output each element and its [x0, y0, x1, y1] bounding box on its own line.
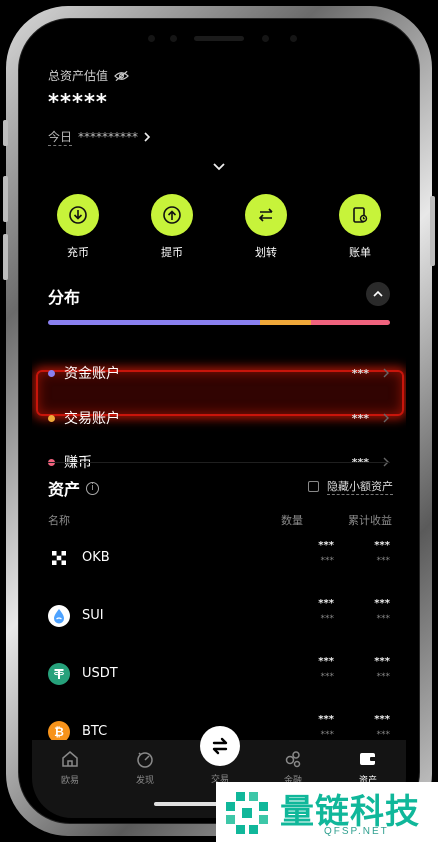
trade-button[interactable] [200, 726, 240, 766]
hide-small-assets-toggle[interactable]: 隐藏小额资产 [308, 478, 393, 495]
chevron-right-icon [144, 132, 151, 142]
asset-amount-value: *** [320, 614, 335, 624]
discover-icon [134, 748, 156, 770]
asset-row-usdt[interactable]: USDT *** *** *** *** [48, 656, 390, 692]
bill-label: 账单 [349, 246, 371, 259]
sui-icon [48, 605, 70, 627]
hide-small-assets-label: 隐藏小额资产 [327, 480, 393, 495]
asset-row-okb[interactable]: OKB *** *** *** *** [48, 540, 390, 576]
distribution-title: 分布 [48, 288, 81, 307]
tab-label: 发现 [135, 776, 154, 786]
deposit-button[interactable]: 充币 [46, 194, 110, 260]
total-assets-header: 总资产估值 [48, 67, 129, 84]
asset-symbol: OKB [82, 550, 110, 565]
finance-icon [282, 748, 304, 770]
distribution-segment [311, 320, 390, 325]
app-screen: 总资产估值 ***** 今日 ********** 充币 提币 划转 账单 分布… [32, 22, 406, 818]
asset-amount: *** [318, 714, 334, 725]
tab-finance[interactable]: 金融 [263, 748, 323, 786]
distribution-bar [48, 320, 390, 325]
tab-assets[interactable]: 资产 [338, 748, 398, 786]
today-label: 今日 [48, 130, 73, 146]
total-assets-value: ***** [48, 90, 108, 114]
column-header-amount: 数量 [281, 514, 303, 527]
asset-profit: *** [374, 714, 390, 725]
account-value: *** [351, 411, 369, 425]
earpiece-speaker [194, 36, 244, 41]
notch [120, 22, 318, 52]
account-name: 交易账户 [64, 411, 120, 427]
legend-dot [48, 414, 55, 422]
asset-amount-value: *** [320, 556, 335, 566]
account-value: *** [351, 366, 369, 380]
account-row-funding[interactable]: 资金账户 *** [48, 358, 390, 388]
total-assets-label: 总资产估值 [48, 69, 109, 83]
quick-actions: 充币 提币 划转 账单 [46, 194, 392, 260]
asset-amount: *** [318, 540, 334, 551]
sensor-dot [148, 35, 155, 42]
watermark-domain: QFSP.NET [324, 826, 389, 837]
section-divider [48, 462, 390, 463]
assets-header: 资产 i [48, 476, 100, 500]
assets-title: 资产 [48, 480, 81, 499]
assets-page: 总资产估值 ***** 今日 ********** 充币 提币 划转 账单 分布… [32, 22, 406, 818]
chevron-right-icon [383, 413, 389, 423]
asset-amount: *** [318, 656, 334, 667]
asset-profit: *** [374, 656, 390, 667]
eye-off-icon[interactable] [114, 70, 129, 82]
account-row-trading[interactable]: 交易账户 *** [48, 403, 390, 433]
distribution-segment [260, 320, 312, 325]
tab-label: 欧易 [60, 776, 79, 786]
watermark: 量链科技 QFSP.NET [216, 782, 438, 842]
asset-symbol: BTC [82, 724, 108, 739]
deposit-label: 充币 [67, 246, 89, 259]
withdraw-button[interactable]: 提币 [140, 194, 204, 260]
bill-button[interactable]: 账单 [328, 194, 392, 260]
chevron-right-icon [383, 368, 389, 378]
info-icon[interactable]: i [86, 481, 100, 495]
transfer-button[interactable]: 划转 [234, 194, 298, 260]
asset-profit-rate: *** [376, 730, 391, 740]
asset-profit-rate: *** [376, 556, 391, 566]
collapse-button[interactable] [366, 282, 390, 306]
asset-amount: *** [318, 598, 334, 609]
legend-dot [48, 369, 55, 377]
sensor-dot [290, 35, 297, 42]
today-pnl[interactable]: 今日 ********** [48, 128, 151, 146]
asset-profit: *** [374, 540, 390, 551]
front-camera [262, 35, 269, 42]
deposit-icon [57, 194, 99, 236]
today-value: ********** [78, 130, 139, 144]
okb-icon [48, 547, 70, 569]
asset-profit-rate: *** [376, 672, 391, 682]
asset-amount-value: *** [320, 672, 335, 682]
transfer-icon [245, 194, 287, 236]
usdt-icon [48, 663, 70, 685]
distribution-segment [48, 320, 261, 325]
tab-discover[interactable]: 发现 [115, 748, 175, 786]
withdraw-label: 提币 [161, 246, 183, 259]
sensor-dot [170, 35, 177, 42]
asset-symbol: USDT [82, 666, 118, 681]
checkbox[interactable] [308, 481, 319, 492]
asset-symbol: SUI [82, 608, 104, 623]
watermark-logo [226, 792, 268, 834]
account-name: 资金账户 [64, 366, 120, 382]
asset-profit-rate: *** [376, 614, 391, 624]
home-icon [59, 748, 81, 770]
wallet-icon [357, 748, 379, 770]
asset-profit: *** [374, 598, 390, 609]
asset-row-sui[interactable]: SUI *** *** *** *** [48, 598, 390, 634]
withdraw-icon [151, 194, 193, 236]
bill-icon [339, 194, 381, 236]
column-header-name: 名称 [48, 514, 70, 527]
tab-home[interactable]: 欧易 [40, 748, 100, 786]
trade-icon [212, 737, 228, 755]
asset-amount-value: *** [320, 730, 335, 740]
chevron-up-icon [373, 290, 383, 297]
column-header-profit: 累计收益 [348, 514, 392, 527]
chevron-down-icon[interactable] [212, 162, 226, 172]
transfer-label: 划转 [255, 246, 277, 259]
